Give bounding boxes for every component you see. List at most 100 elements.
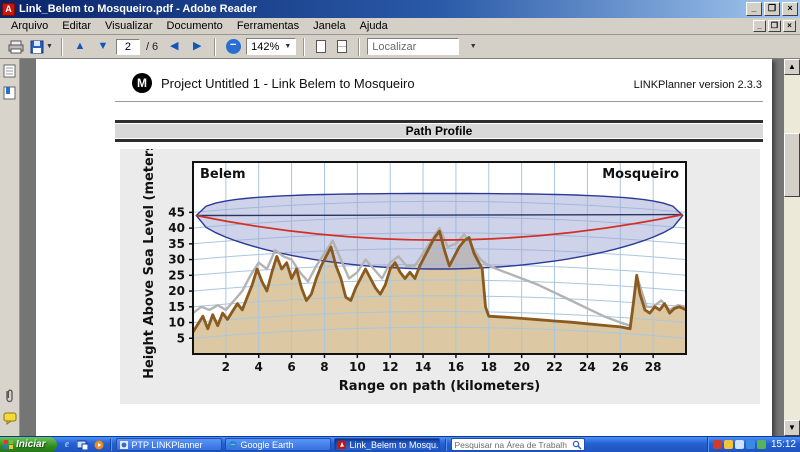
previous-view-button[interactable]: ◀ xyxy=(164,36,185,57)
section-title: Path Profile xyxy=(115,124,763,138)
menu-ferramentas[interactable]: Ferramentas xyxy=(230,19,306,33)
taskbar-task-ptp-linkplanner[interactable]: PTP LINKPlanner xyxy=(116,438,223,451)
start-label: Iniciar xyxy=(16,439,46,450)
continuous-view-button[interactable] xyxy=(333,38,351,56)
svg-text:6: 6 xyxy=(287,360,295,374)
menu-janela[interactable]: Janela xyxy=(306,19,352,33)
bookmarks-panel-button[interactable] xyxy=(2,85,18,101)
start-button[interactable]: Iniciar xyxy=(0,436,58,452)
zoom-minus-icon: − xyxy=(225,39,241,54)
next-page-button[interactable]: ▼ xyxy=(92,36,113,57)
save-icon xyxy=(30,40,44,53)
arrow-left-icon: ◀ xyxy=(169,40,179,52)
report-header: M Project Untitled 1 - Link Belem to Mos… xyxy=(132,73,415,93)
continuous-page-icon xyxy=(337,40,348,53)
adobe-reader-task-icon xyxy=(338,440,347,449)
page-number-input[interactable] xyxy=(115,38,140,55)
svg-text:Belem: Belem xyxy=(200,167,246,182)
path-profile-chart: Belem Mosqueiro 2 4 6 8 10 12 14 16 18 20 22 24 26 28 5 1… xyxy=(120,137,760,404)
svg-text:Range on path (kilometers): Range on path (kilometers) xyxy=(339,379,540,394)
adobe-reader-window: A Link_Belem to Mosqueiro.pdf - Adobe Re… xyxy=(0,0,800,452)
close-button[interactable]: × xyxy=(782,2,798,16)
previous-page-button[interactable]: ▲ xyxy=(69,36,90,57)
doc-restore-button[interactable]: ❐ xyxy=(768,20,781,32)
scroll-up-button[interactable]: ▲ xyxy=(784,59,800,75)
tray-icon[interactable] xyxy=(734,440,744,449)
scroll-down-button[interactable]: ▼ xyxy=(784,420,800,436)
restore-button[interactable]: ❐ xyxy=(764,2,780,16)
svg-text:15: 15 xyxy=(168,300,185,314)
tray-icon[interactable] xyxy=(756,440,766,449)
svg-text:45: 45 xyxy=(168,205,185,219)
menu-documento[interactable]: Documento xyxy=(160,19,230,33)
menu-ajuda[interactable]: Ajuda xyxy=(353,19,395,33)
minimize-button[interactable]: _ xyxy=(746,2,762,16)
pdf-page: M Project Untitled 1 - Link Belem to Mos… xyxy=(36,59,772,436)
header-divider xyxy=(115,101,763,102)
navigation-panel-strip xyxy=(0,59,20,436)
svg-text:24: 24 xyxy=(579,360,596,374)
comment-icon xyxy=(3,412,16,425)
zoom-level-select[interactable]: 142% ▼ xyxy=(246,38,297,55)
svg-text:25: 25 xyxy=(168,268,185,282)
attachments-panel-button[interactable] xyxy=(2,388,18,404)
svg-text:10: 10 xyxy=(349,360,366,374)
find-input[interactable] xyxy=(367,38,460,55)
svg-text:35: 35 xyxy=(168,237,185,251)
vertical-scrollbar[interactable]: ▲ ▼ xyxy=(784,59,800,436)
doc-close-button[interactable]: × xyxy=(783,20,796,32)
svg-text:Height Above Sea Level (meters: Height Above Sea Level (meters) xyxy=(142,149,157,379)
taskbar-clock[interactable]: 15:12 xyxy=(771,439,796,450)
windows-logo-icon xyxy=(4,440,13,449)
single-page-view-button[interactable] xyxy=(312,38,330,56)
save-button[interactable]: ▼ xyxy=(29,36,54,57)
print-button[interactable] xyxy=(6,36,26,57)
desktop-search-input[interactable] xyxy=(454,439,573,450)
zoom-out-button[interactable]: − xyxy=(223,36,244,57)
next-view-button[interactable]: ▶ xyxy=(187,36,208,57)
bookmarks-icon xyxy=(3,86,16,100)
svg-text:26: 26 xyxy=(612,360,629,374)
single-page-icon xyxy=(316,40,327,53)
arrow-right-icon: ▶ xyxy=(192,40,202,52)
save-dropdown-arrow: ▼ xyxy=(46,43,53,50)
paperclip-icon xyxy=(6,389,13,402)
arrow-up-icon: ▲ xyxy=(74,40,86,52)
svg-text:5: 5 xyxy=(177,331,185,345)
menu-editar[interactable]: Editar xyxy=(55,19,98,33)
scrollbar-track[interactable] xyxy=(784,75,800,420)
adobe-reader-icon: A xyxy=(2,2,15,16)
scrollbar-thumb[interactable] xyxy=(784,133,800,197)
tray-icon[interactable] xyxy=(723,440,733,449)
taskbar-task-link-belem-pdf[interactable]: Link_Belem to Mosqu... xyxy=(334,438,441,451)
doc-minimize-button[interactable]: _ xyxy=(753,20,766,32)
search-icon xyxy=(573,440,582,449)
menu-arquivo[interactable]: Arquivo xyxy=(4,19,55,33)
menu-bar: Arquivo Editar Visualizar Documento Ferr… xyxy=(0,18,800,35)
tray-icon[interactable] xyxy=(745,440,755,449)
taskbar: Iniciar e PTP LINKPlanner Google Earth L… xyxy=(0,436,800,452)
find-options-dropdown[interactable]: ▼ xyxy=(462,36,483,57)
tray-icon[interactable] xyxy=(712,440,722,449)
printer-icon xyxy=(8,40,24,53)
quicklaunch-ie-icon[interactable]: e xyxy=(60,438,73,451)
desktop-search-bar xyxy=(451,438,586,451)
comments-panel-button[interactable] xyxy=(2,410,18,426)
pages-panel-button[interactable] xyxy=(2,63,18,79)
section-banner: Path Profile xyxy=(115,120,763,142)
svg-text:Mosqueiro: Mosqueiro xyxy=(602,167,679,182)
svg-text:10: 10 xyxy=(168,316,185,330)
svg-text:22: 22 xyxy=(546,360,563,374)
svg-text:16: 16 xyxy=(448,360,465,374)
quicklaunch-media-icon[interactable] xyxy=(92,438,105,451)
window-title: Link_Belem to Mosqueiro.pdf - Adobe Read… xyxy=(19,3,257,15)
menu-visualizar[interactable]: Visualizar xyxy=(98,19,160,33)
taskbar-task-google-earth[interactable]: Google Earth xyxy=(225,438,332,451)
report-title: Project Untitled 1 - Link Belem to Mosqu… xyxy=(161,75,415,91)
find-dropdown-arrow: ▼ xyxy=(469,43,477,50)
svg-text:8: 8 xyxy=(320,360,328,374)
report-version: LINKPlanner version 2.3.3 xyxy=(633,79,762,91)
svg-text:30: 30 xyxy=(168,253,185,267)
quicklaunch-show-desktop-icon[interactable] xyxy=(76,438,89,451)
svg-text:18: 18 xyxy=(480,360,497,374)
